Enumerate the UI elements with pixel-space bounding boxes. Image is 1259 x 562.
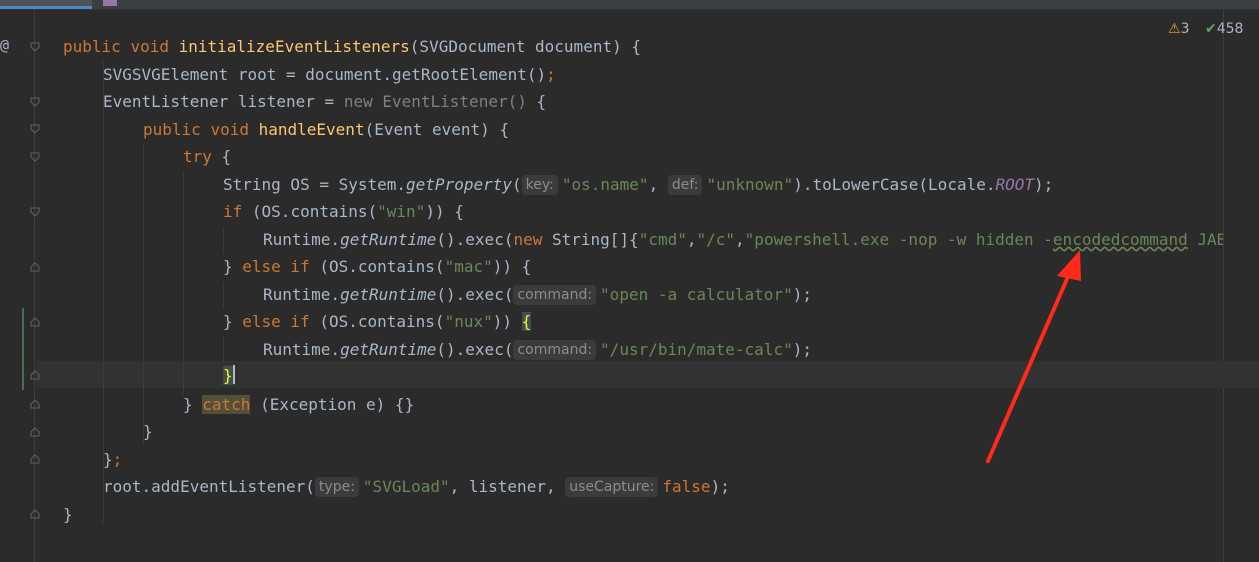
- annotation-arrow: [986, 250, 1081, 463]
